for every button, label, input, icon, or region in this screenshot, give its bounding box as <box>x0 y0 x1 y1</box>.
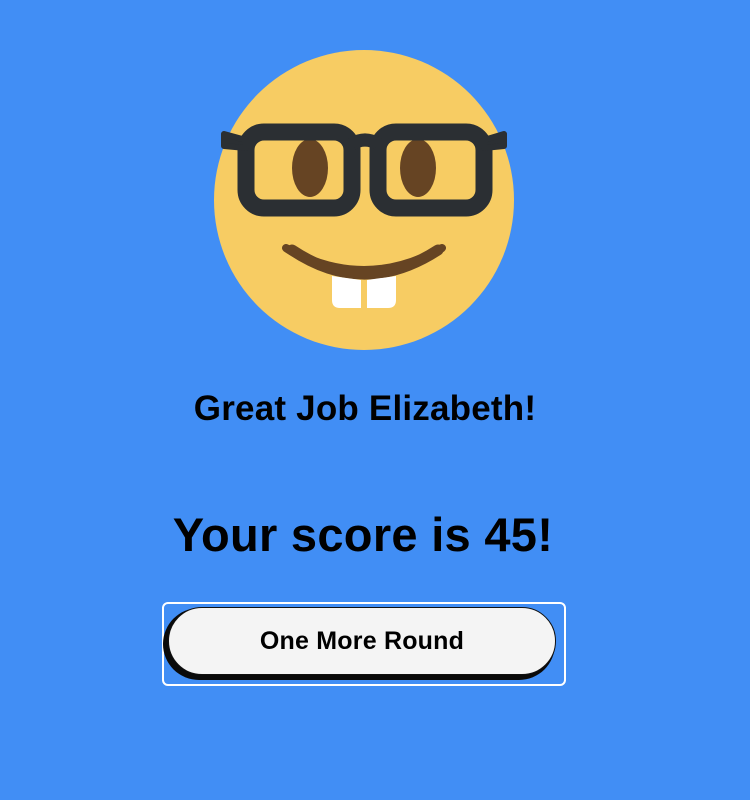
greeting-heading: Great Job Elizabeth! <box>193 389 537 428</box>
score-text: Your score is 45! <box>172 508 554 561</box>
nerd-face-icon <box>212 48 516 352</box>
button-focus-outline: One More Round <box>162 602 566 686</box>
one-more-round-button[interactable]: One More Round <box>168 607 556 675</box>
